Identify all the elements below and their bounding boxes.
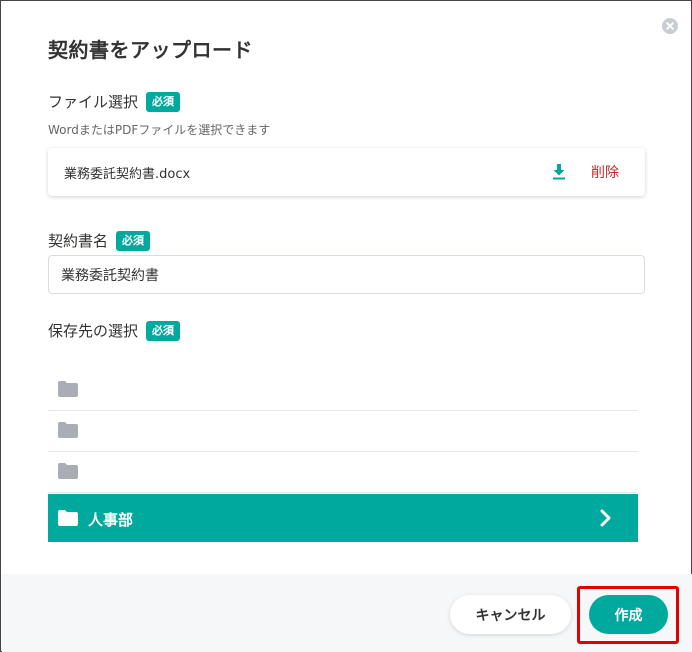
destination-label-row: 保存先の選択 必須 (48, 320, 181, 341)
folder-row[interactable] (48, 411, 638, 452)
folder-icon (58, 463, 78, 479)
contract-name-label: 契約書名 (48, 232, 109, 250)
selected-file-card: 業務委託契約書.docx 削除 (48, 148, 645, 196)
download-icon[interactable] (552, 164, 566, 180)
folder-icon (58, 381, 78, 397)
file-name: 業務委託契約書.docx (64, 167, 191, 182)
required-badge: 必須 (146, 91, 181, 112)
delete-button[interactable]: 削除 (591, 162, 619, 182)
required-badge: 必須 (146, 320, 181, 341)
chevron-right-icon[interactable] (600, 509, 612, 527)
destination-label: 保存先の選択 (48, 322, 139, 340)
folder-name: 人事部 (88, 511, 134, 529)
contract-name-input[interactable] (48, 255, 645, 294)
folder-row[interactable] (48, 370, 638, 411)
upload-dialog: 契約書をアップロード ファイル選択 必須 WordまたはPDFファイルを選択でき… (0, 0, 692, 652)
create-button[interactable]: 作成 (589, 595, 668, 634)
contract-name-label-row: 契約書名 必須 (48, 230, 151, 251)
cancel-button[interactable]: キャンセル (450, 595, 571, 634)
file-select-label: ファイル選択 (48, 93, 139, 111)
close-icon[interactable] (662, 18, 678, 34)
folder-row-selected[interactable]: 人事部 (48, 494, 638, 542)
folder-icon (58, 422, 78, 438)
dialog-title: 契約書をアップロード (48, 38, 253, 62)
file-select-label-row: ファイル選択 必須 (48, 91, 181, 112)
folder-icon (58, 510, 78, 526)
file-hint: WordまたはPDFファイルを選択できます (48, 123, 271, 137)
folder-row[interactable] (48, 452, 638, 493)
required-badge: 必須 (116, 230, 151, 251)
